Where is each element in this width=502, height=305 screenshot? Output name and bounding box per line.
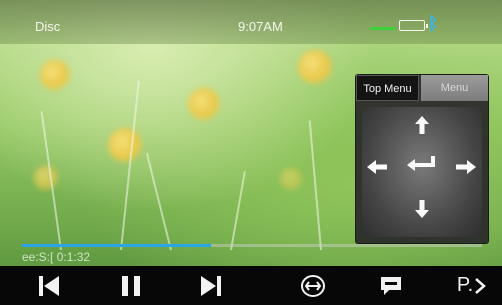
pause-button[interactable] <box>108 266 154 305</box>
background-flower <box>188 88 220 120</box>
next-track-button[interactable] <box>188 266 234 305</box>
background-stem <box>308 120 322 251</box>
video-screen[interactable]: Disc 9:07AM ᛒ Top Menu Menu ee:S:[0:1:3… <box>0 0 502 305</box>
background-stem <box>120 80 140 251</box>
status-bar: Disc 9:07AM ᛒ <box>0 0 502 44</box>
progress-fill <box>22 244 211 247</box>
direction-pad <box>362 107 482 237</box>
page-label: P. <box>456 274 474 296</box>
battery-icon <box>399 20 428 31</box>
arrow-left-icon[interactable] <box>365 157 389 181</box>
skip-previous-icon <box>37 274 61 298</box>
audio-button[interactable] <box>290 266 336 305</box>
page-button[interactable]: P. <box>446 266 498 305</box>
signal-icon <box>370 27 396 30</box>
background-stem <box>230 171 246 251</box>
track-info: ee:S:[ 0:1:32 <box>22 250 91 264</box>
subtitle-button[interactable] <box>368 266 414 305</box>
menu-control-panel: Top Menu Menu <box>355 74 489 244</box>
arrow-right-icon[interactable] <box>454 157 478 181</box>
playback-controls: P. <box>0 266 502 305</box>
enter-icon[interactable] <box>404 155 438 179</box>
tab-menu[interactable]: Menu <box>421 75 488 101</box>
previous-track-button[interactable] <box>26 266 72 305</box>
background-flower <box>280 168 302 190</box>
arrow-up-icon[interactable] <box>410 115 434 139</box>
arrow-down-icon[interactable] <box>410 199 434 223</box>
pause-icon <box>120 274 142 298</box>
background-stem <box>145 152 172 251</box>
clock: 9:07AM <box>238 19 283 34</box>
tab-top-menu[interactable]: Top Menu <box>356 75 419 101</box>
background-flower <box>108 128 142 162</box>
background-flower <box>298 50 332 84</box>
menu-tabs: Top Menu Menu <box>356 75 488 101</box>
source-label: Disc <box>35 19 61 34</box>
progress-bar[interactable] <box>22 244 482 247</box>
background-flower <box>40 60 70 90</box>
speech-bubble-icon <box>378 274 404 298</box>
skip-next-icon <box>199 274 223 298</box>
bluetooth-icon: ᛒ <box>428 14 439 33</box>
page-next-icon <box>473 276 487 296</box>
background-flower <box>34 166 58 190</box>
audio-icon <box>300 274 326 298</box>
